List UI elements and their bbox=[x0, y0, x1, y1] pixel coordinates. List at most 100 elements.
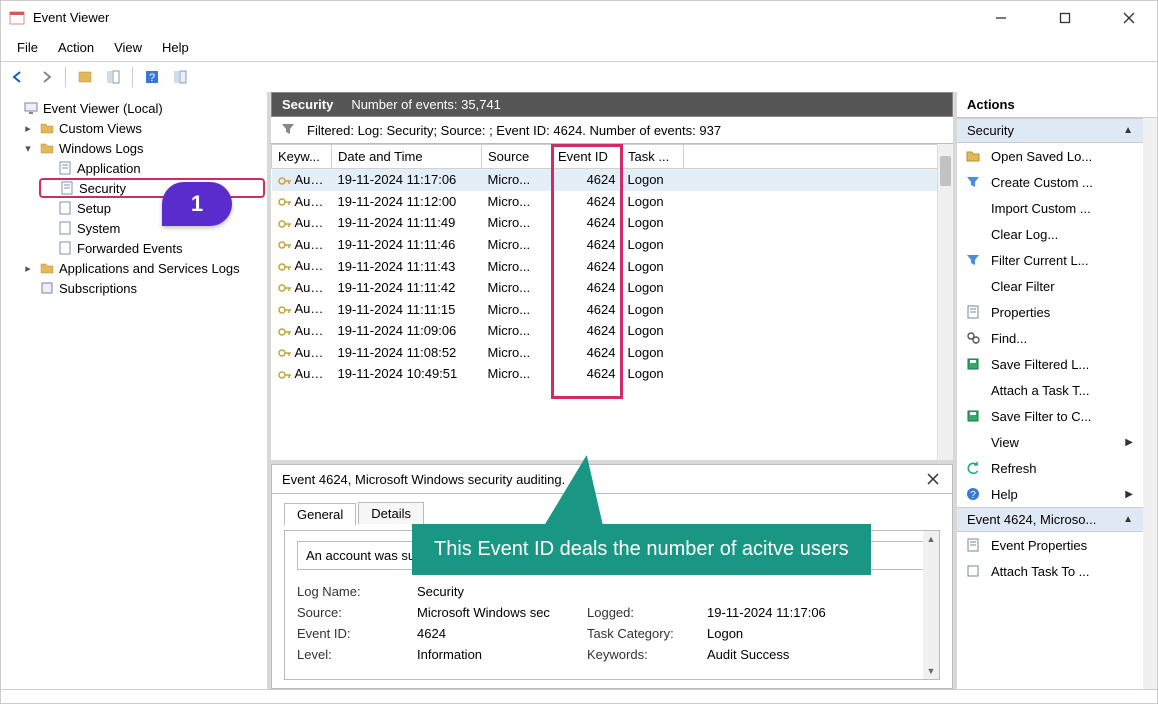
action-item[interactable]: Event Properties bbox=[957, 532, 1143, 558]
annotation-badge-1: 1 bbox=[162, 182, 232, 226]
action-item[interactable]: Refresh bbox=[957, 455, 1143, 481]
log-icon bbox=[57, 220, 73, 236]
table-row[interactable]: Aud...19-11-2024 11:11:15Micro...4624Log… bbox=[272, 298, 953, 320]
actions-group-security[interactable]: Security ▲ bbox=[957, 118, 1143, 143]
action-icon bbox=[965, 460, 981, 476]
table-row[interactable]: Aud...19-11-2024 11:09:06Micro...4624Log… bbox=[272, 320, 953, 342]
show-hide-tree-button[interactable] bbox=[74, 66, 96, 88]
action-item[interactable]: Clear Filter bbox=[957, 273, 1143, 299]
val-logged: 19-11-2024 11:17:06 bbox=[707, 605, 877, 620]
action-item[interactable]: View▶ bbox=[957, 429, 1143, 455]
toolbar-extra-button[interactable] bbox=[169, 66, 191, 88]
action-label: Refresh bbox=[991, 461, 1037, 476]
action-icon bbox=[965, 382, 981, 398]
action-item[interactable]: Open Saved Lo... bbox=[957, 143, 1143, 169]
app-icon bbox=[9, 10, 25, 26]
table-row[interactable]: Aud...19-11-2024 11:11:42Micro...4624Log… bbox=[272, 277, 953, 299]
navigation-tree[interactable]: Event Viewer (Local) ▸ Custom Views ▾ Wi… bbox=[1, 92, 271, 689]
events-table[interactable]: Keyw... Date and Time Source Event ID Ta… bbox=[271, 144, 953, 385]
action-label: Open Saved Lo... bbox=[991, 149, 1092, 164]
events-scrollbar[interactable] bbox=[937, 144, 953, 460]
minimize-button[interactable] bbox=[981, 4, 1021, 32]
action-icon bbox=[965, 408, 981, 424]
annotation-callout: This Event ID deals the number of acitve… bbox=[412, 524, 871, 575]
help-button[interactable]: ? bbox=[141, 66, 163, 88]
action-label: View bbox=[991, 435, 1019, 450]
action-icon bbox=[965, 148, 981, 164]
table-row[interactable]: Aud...19-11-2024 11:12:00Micro...4624Log… bbox=[272, 191, 953, 213]
lab-keywords: Keywords: bbox=[587, 647, 707, 662]
col-task[interactable]: Task ... bbox=[622, 145, 684, 169]
action-label: Clear Log... bbox=[991, 227, 1058, 242]
table-row[interactable]: Aud...19-11-2024 11:11:49Micro...4624Log… bbox=[272, 212, 953, 234]
col-keywords[interactable]: Keyw... bbox=[272, 145, 332, 169]
action-icon bbox=[965, 174, 981, 190]
menu-view[interactable]: View bbox=[106, 38, 150, 57]
back-button[interactable] bbox=[7, 66, 29, 88]
forward-button[interactable] bbox=[35, 66, 57, 88]
folder-icon bbox=[39, 120, 55, 136]
log-icon bbox=[57, 240, 73, 256]
table-row[interactable]: Aud...19-11-2024 11:11:43Micro...4624Log… bbox=[272, 255, 953, 277]
action-item[interactable]: Import Custom ... bbox=[957, 195, 1143, 221]
tree-custom-views[interactable]: ▸ Custom Views bbox=[3, 118, 265, 138]
actions-scrollbar[interactable] bbox=[1143, 118, 1157, 689]
action-icon bbox=[965, 330, 981, 346]
action-item[interactable]: Save Filtered L... bbox=[957, 351, 1143, 377]
action-item[interactable]: ?Help▶ bbox=[957, 481, 1143, 507]
collapse-icon[interactable]: ▾ bbox=[21, 142, 35, 155]
close-button[interactable] bbox=[1109, 4, 1149, 32]
col-datetime[interactable]: Date and Time bbox=[332, 145, 482, 169]
menu-action[interactable]: Action bbox=[50, 38, 102, 57]
table-row[interactable]: Aud...19-11-2024 10:49:51Micro...4624Log… bbox=[272, 363, 953, 385]
action-icon: ? bbox=[965, 486, 981, 502]
expand-icon[interactable]: ▸ bbox=[21, 262, 35, 275]
col-source[interactable]: Source bbox=[482, 145, 552, 169]
folder-icon bbox=[39, 260, 55, 276]
key-icon bbox=[278, 238, 292, 252]
actions-group-event[interactable]: Event 4624, Microso... ▲ bbox=[957, 507, 1143, 532]
action-item[interactable]: Properties bbox=[957, 299, 1143, 325]
funnel-icon bbox=[281, 122, 297, 138]
action-item[interactable]: Filter Current L... bbox=[957, 247, 1143, 273]
maximize-button[interactable] bbox=[1045, 4, 1085, 32]
tree-root[interactable]: Event Viewer (Local) bbox=[3, 98, 265, 118]
action-item[interactable]: Attach Task To ... bbox=[957, 558, 1143, 584]
action-label: Event Properties bbox=[991, 538, 1087, 553]
action-item[interactable]: Save Filter to C... bbox=[957, 403, 1143, 429]
tab-details[interactable]: Details bbox=[358, 502, 424, 524]
lab-logname: Log Name: bbox=[297, 584, 417, 599]
tree-apps-services[interactable]: ▸ Applications and Services Logs bbox=[3, 258, 265, 278]
title-bar: Event Viewer bbox=[0, 0, 1158, 34]
action-item[interactable]: Attach a Task T... bbox=[957, 377, 1143, 403]
tree-application[interactable]: Application bbox=[3, 158, 265, 178]
tree-windows-logs[interactable]: ▾ Windows Logs bbox=[3, 138, 265, 158]
detail-close-button[interactable] bbox=[924, 470, 942, 488]
actions-title: Actions bbox=[957, 92, 1157, 118]
action-item[interactable]: Create Custom ... bbox=[957, 169, 1143, 195]
tree-label: Forwarded Events bbox=[77, 241, 183, 256]
log-icon bbox=[57, 160, 73, 176]
table-row[interactable]: Aud...19-11-2024 11:17:06Micro...4624Log… bbox=[272, 169, 953, 191]
tree-subscriptions[interactable]: Subscriptions bbox=[3, 278, 265, 298]
action-item[interactable]: Find... bbox=[957, 325, 1143, 351]
tree-forwarded[interactable]: Forwarded Events bbox=[3, 238, 265, 258]
detail-scrollbar[interactable]: ▲ ▼ bbox=[923, 531, 939, 679]
table-row[interactable]: Aud...19-11-2024 11:11:46Micro...4624Log… bbox=[272, 234, 953, 256]
properties-button[interactable] bbox=[102, 66, 124, 88]
expand-icon[interactable]: ▸ bbox=[21, 122, 35, 135]
actions-group-label: Security bbox=[967, 123, 1014, 138]
action-label: Attach a Task T... bbox=[991, 383, 1090, 398]
key-icon bbox=[278, 325, 292, 339]
tree-system[interactable]: System bbox=[3, 218, 265, 238]
key-icon bbox=[278, 174, 292, 188]
menu-file[interactable]: File bbox=[9, 38, 46, 57]
tree-security[interactable]: Security bbox=[39, 178, 265, 198]
action-icon bbox=[965, 200, 981, 216]
action-item[interactable]: Clear Log... bbox=[957, 221, 1143, 247]
tab-general[interactable]: General bbox=[284, 503, 356, 525]
table-row[interactable]: Aud...19-11-2024 11:08:52Micro...4624Log… bbox=[272, 342, 953, 364]
col-eventid[interactable]: Event ID bbox=[552, 145, 622, 169]
menu-help[interactable]: Help bbox=[154, 38, 197, 57]
action-icon bbox=[965, 226, 981, 242]
